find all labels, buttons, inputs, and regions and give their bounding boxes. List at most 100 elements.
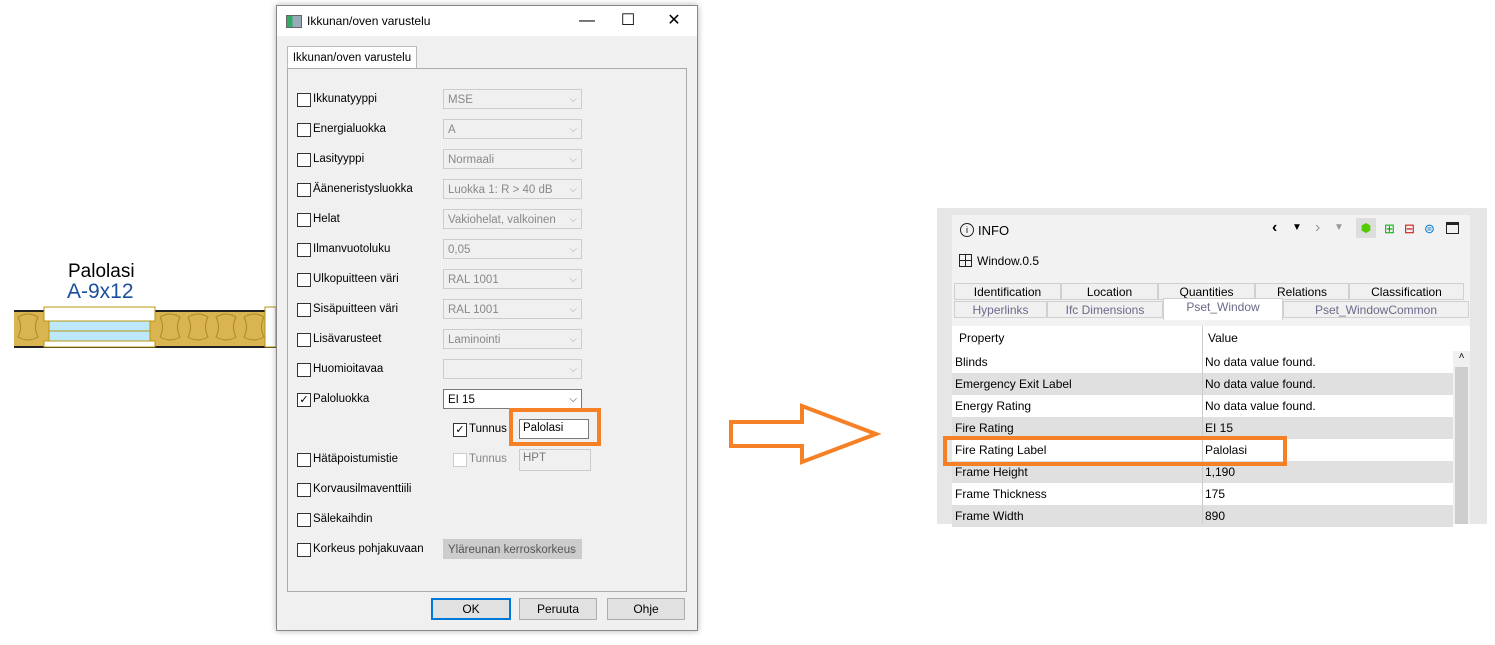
- property-name: Frame Width: [955, 509, 1024, 523]
- option-row: Lasityyppi Normaali ⌵: [297, 149, 657, 171]
- highlight-info-row: [943, 436, 1287, 466]
- option-label: Ääneneristysluokka: [313, 183, 413, 195]
- remove-pset-icon[interactable]: ⊟: [1404, 221, 1415, 237]
- option-select-value: Vakiohelat, valkoinen: [448, 214, 556, 226]
- nav-back-icon[interactable]: ‹: [1272, 219, 1277, 237]
- option-checkbox[interactable]: [297, 333, 311, 347]
- minimize-button[interactable]: —: [567, 10, 607, 32]
- chevron-down-icon: ⌵: [569, 244, 577, 255]
- option-checkbox[interactable]: [297, 243, 311, 257]
- option-select-value: 0,05: [448, 244, 471, 256]
- option-select[interactable]: MSE ⌵: [443, 89, 582, 109]
- info-tab[interactable]: Pset_WindowCommon: [1283, 301, 1469, 318]
- option-select[interactable]: RAL 1001 ⌵: [443, 299, 582, 319]
- info-title: INFO: [978, 223, 1010, 238]
- chevron-down-icon: ⌵: [569, 334, 577, 345]
- option-label: Lisävarusteet: [313, 333, 382, 345]
- scroll-up-icon[interactable]: ˄: [1453, 351, 1470, 367]
- property-table: Property Value Blinds No data value found…: [952, 326, 1470, 527]
- option-checkbox[interactable]: [297, 453, 311, 467]
- window-toggle-icon[interactable]: [1446, 222, 1459, 234]
- info-tab[interactable]: Classification: [1349, 283, 1464, 300]
- option-label: Helat: [313, 213, 340, 225]
- option-checkbox[interactable]: [297, 543, 311, 557]
- option-row: Ikkunatyyppi MSE ⌵: [297, 89, 657, 111]
- dialog-titlebar: Ikkunan/oven varustelu — ☐ ✕: [277, 6, 697, 36]
- option-select[interactable]: RAL 1001 ⌵: [443, 269, 582, 289]
- add-pset-icon[interactable]: ⊞: [1384, 221, 1395, 237]
- option-checkbox[interactable]: ✓: [297, 393, 311, 407]
- option-select[interactable]: ⌵: [443, 359, 582, 379]
- option-checkbox[interactable]: [297, 483, 311, 497]
- property-value: 175: [1205, 487, 1226, 501]
- option-select[interactable]: Luokka 1: R > 40 dB ⌵: [443, 179, 582, 199]
- option-select[interactable]: Laminointi ⌵: [443, 329, 582, 349]
- object-name: Window.0.5: [977, 254, 1040, 268]
- option-checkbox[interactable]: [297, 303, 311, 317]
- option-select[interactable]: Normaali ⌵: [443, 149, 582, 169]
- drawing-label-code: A-9x12: [67, 280, 134, 303]
- option-label: Huomioitavaa: [313, 363, 384, 375]
- option-label: Korvausilmaventtiili: [313, 483, 412, 495]
- maximize-button[interactable]: ☐: [608, 10, 648, 32]
- equipment-dialog: Ikkunan/oven varustelu — ☐ ✕ Ikkunan/ove…: [276, 5, 698, 631]
- option-select-value: A: [448, 124, 456, 136]
- cancel-button[interactable]: Peruuta: [519, 598, 597, 620]
- option-select[interactable]: Vakiohelat, valkoinen ⌵: [443, 209, 582, 229]
- option-select-value: Luokka 1: R > 40 dB: [448, 184, 553, 196]
- option-row: Huomioitavaa ⌵: [297, 359, 657, 381]
- column-value[interactable]: Value: [1208, 326, 1238, 351]
- scrollbar[interactable]: ˄: [1453, 351, 1470, 524]
- option-checkbox[interactable]: [297, 93, 311, 107]
- chevron-down-icon: ⌵: [569, 94, 577, 105]
- scroll-thumb[interactable]: [1455, 367, 1468, 524]
- option-select-value: MSE: [448, 94, 473, 106]
- info-tab[interactable]: Ifc Dimensions: [1047, 301, 1163, 318]
- sync-selection-icon[interactable]: ⬢: [1356, 218, 1376, 238]
- nav-back-dropdown-icon[interactable]: ▼: [1292, 222, 1302, 233]
- option-checkbox[interactable]: [297, 513, 311, 527]
- info-tab[interactable]: Identification: [954, 283, 1061, 300]
- option-checkbox[interactable]: [297, 213, 311, 227]
- option-row: Korkeus pohjakuvaan Yläreunan kerroskorke…: [297, 539, 657, 561]
- option-checkbox[interactable]: [297, 183, 311, 197]
- option-checkbox[interactable]: [297, 363, 311, 377]
- option-label: Korkeus pohjakuvaan: [313, 543, 424, 555]
- tab-equipment[interactable]: Ikkunan/oven varustelu: [287, 46, 417, 69]
- option-select[interactable]: 0,05 ⌵: [443, 239, 582, 259]
- option-select-value: RAL 1001: [448, 274, 499, 286]
- close-button[interactable]: ✕: [654, 10, 694, 32]
- chevron-down-icon: ⌵: [569, 184, 577, 195]
- exit-label-checkbox[interactable]: [453, 453, 467, 467]
- edit-pset-icon[interactable]: ⊜: [1424, 221, 1435, 237]
- exit-label-input[interactable]: HPT: [519, 449, 591, 471]
- arrow-icon: [729, 403, 882, 465]
- dialog-title: Ikkunan/oven varustelu: [307, 14, 431, 28]
- option-label: Sälekaihdin: [313, 513, 373, 525]
- info-panel: i INFO ‹ ▼ › ▼ ⬢ ⊞ ⊟ ⊜ Window.0.5 Identi…: [952, 215, 1470, 527]
- option-label: Ilmanvuotoluku: [313, 243, 391, 255]
- ok-button[interactable]: OK: [431, 598, 511, 620]
- nav-forward-dropdown-icon[interactable]: ▼: [1334, 222, 1344, 233]
- exit-label-row: Tunnus HPT: [453, 449, 613, 471]
- column-property[interactable]: Property: [959, 326, 1004, 351]
- nav-forward-icon[interactable]: ›: [1315, 219, 1320, 237]
- option-select-value: Normaali: [448, 154, 495, 166]
- option-checkbox[interactable]: [297, 153, 311, 167]
- option-label: Paloluokka: [313, 393, 370, 405]
- option-select[interactable]: EI 15 ⌵: [443, 389, 582, 409]
- fire-label-checkbox[interactable]: ✓: [453, 423, 467, 437]
- info-tab-active[interactable]: Pset_Window: [1163, 298, 1283, 320]
- option-select[interactable]: A ⌵: [443, 119, 582, 139]
- option-row: Ilmanvuotoluku 0,05 ⌵: [297, 239, 657, 261]
- option-select-value: RAL 1001: [448, 304, 499, 316]
- help-button[interactable]: Ohje: [607, 598, 685, 620]
- option-checkbox[interactable]: [297, 273, 311, 287]
- info-tab[interactable]: Location: [1061, 283, 1158, 300]
- column-divider: [1202, 326, 1203, 524]
- option-row: Sälekaihdin: [297, 509, 657, 531]
- info-tab[interactable]: Hyperlinks: [954, 301, 1047, 318]
- option-checkbox[interactable]: [297, 123, 311, 137]
- chevron-down-icon: ⌵: [569, 214, 577, 225]
- option-select[interactable]: Yläreunan kerroskorkeus ⌵: [443, 539, 582, 559]
